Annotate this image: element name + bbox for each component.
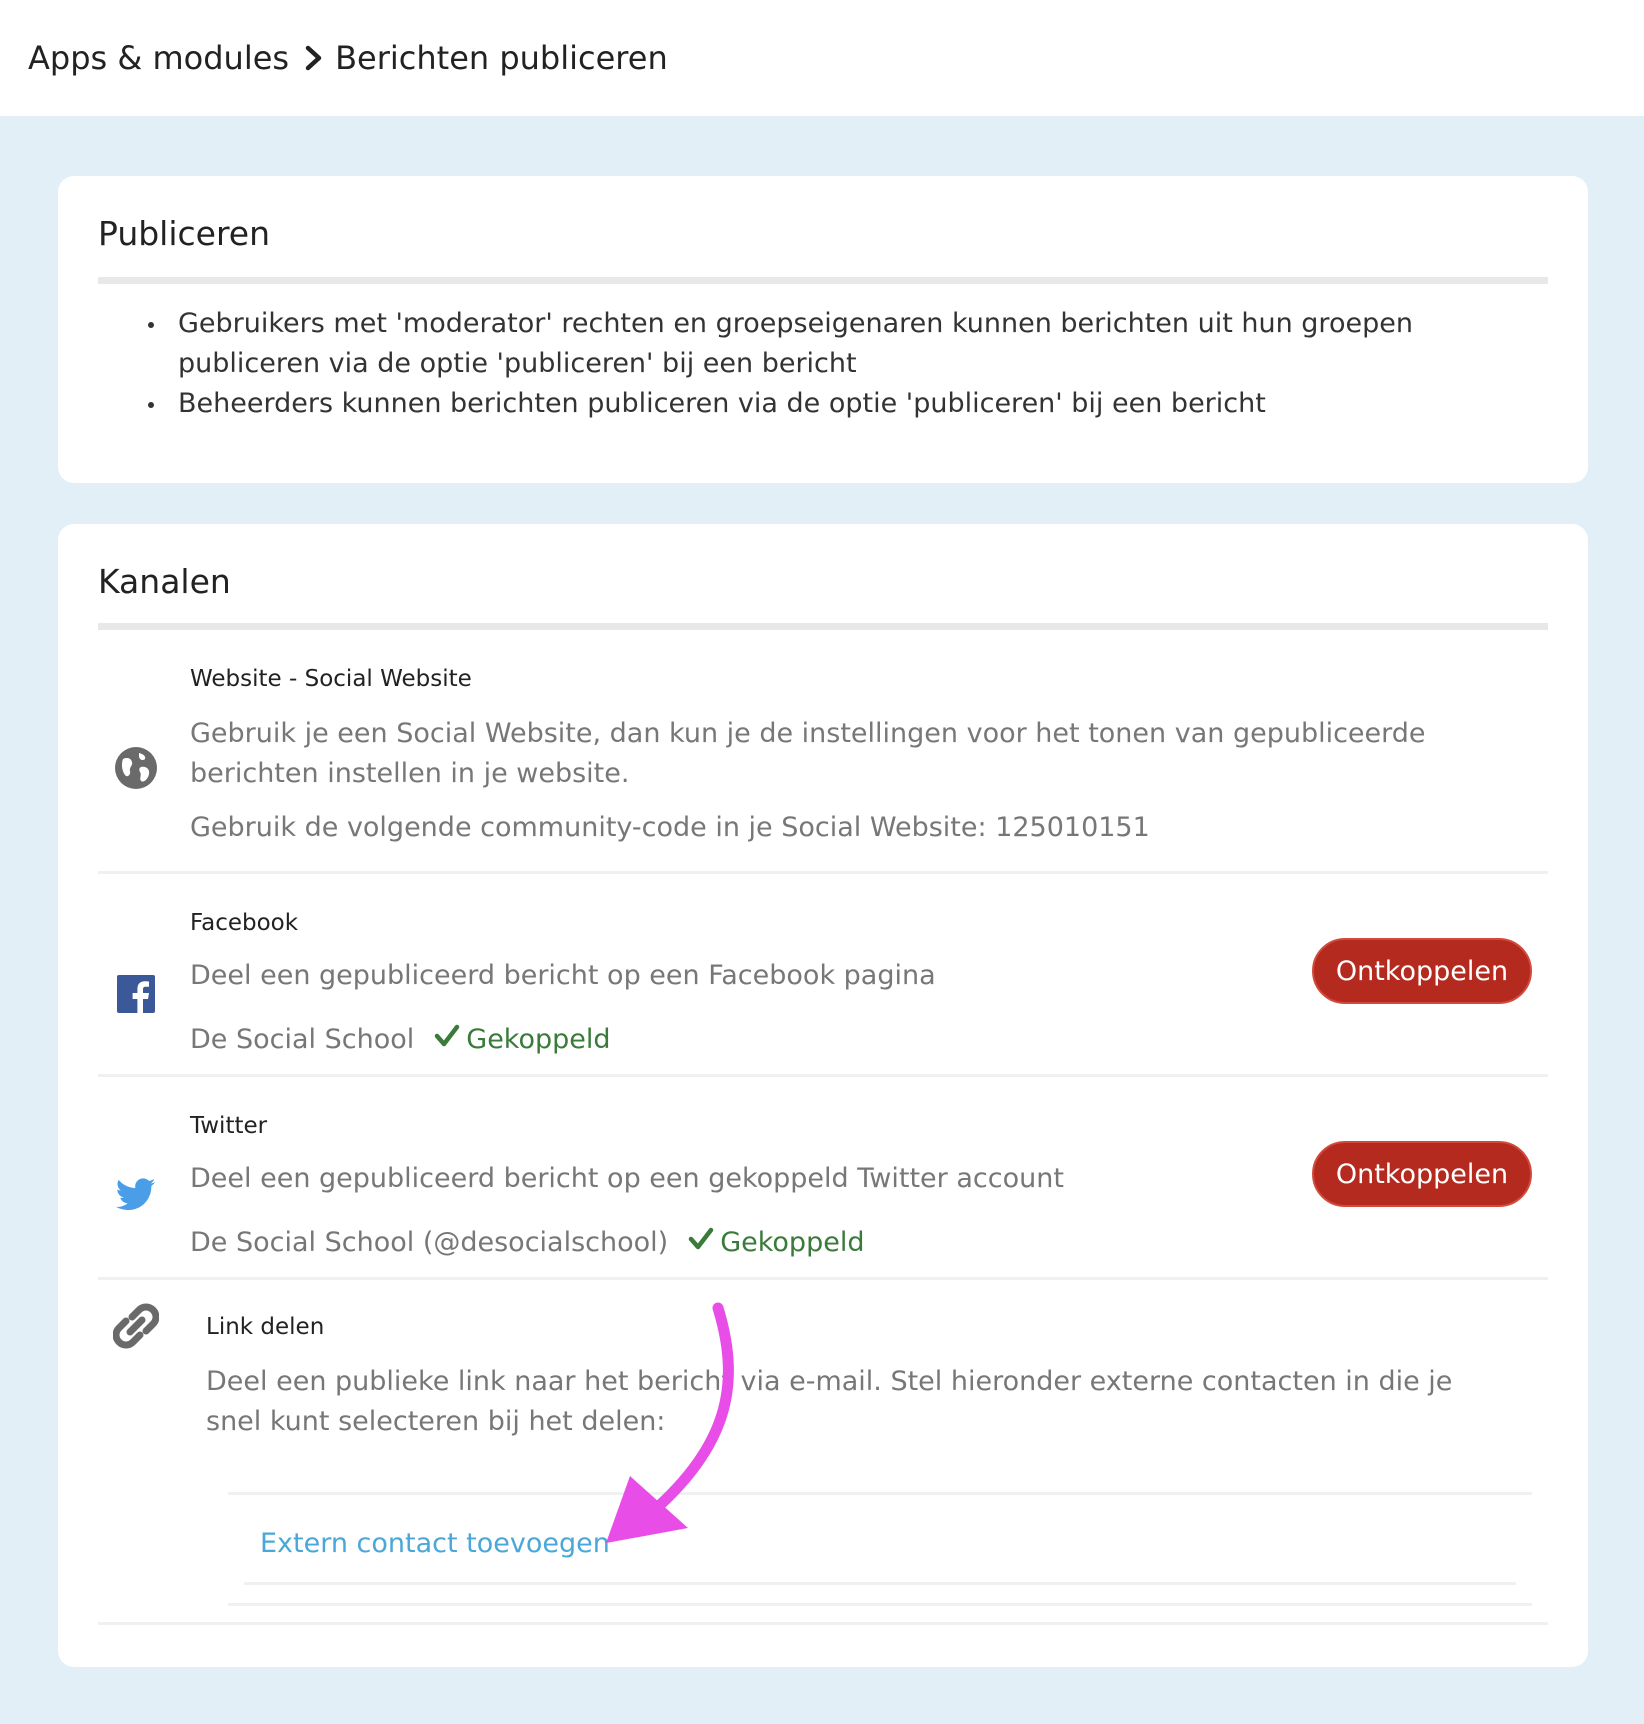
account-name: De Social School [190, 1024, 415, 1055]
channel-description: Gebruik je een Social Website, dan kun j… [190, 718, 1426, 789]
channel-link-share: Link delen Deel een publieke link naar h… [98, 1280, 1548, 1625]
facebook-icon [110, 968, 162, 1020]
breadcrumb-parent[interactable]: Apps & modules [28, 39, 289, 77]
channel-description: Deel een gepubliceerd bericht op een Fac… [190, 960, 936, 991]
status-text: Gekoppeld [720, 1227, 865, 1258]
community-code-text: Gebruik de volgende community-code in je… [190, 812, 1150, 843]
connected-account: De Social School (@desocialschool) Gekop… [190, 1227, 864, 1258]
divider [98, 623, 1548, 630]
checkmark-icon [434, 1024, 460, 1055]
channel-twitter: Twitter Deel een gepubliceerd bericht op… [98, 1077, 1548, 1280]
checkmark-icon [688, 1227, 714, 1258]
status-badge: Gekoppeld [434, 1024, 611, 1055]
disconnect-twitter-button[interactable]: Ontkoppelen [1312, 1141, 1532, 1207]
channel-facebook: Facebook Deel een gepubliceerd bericht o… [98, 874, 1548, 1077]
status-badge: Gekoppeld [688, 1227, 864, 1258]
twitter-icon [110, 1169, 162, 1221]
divider [228, 1492, 1532, 1495]
publish-card: Publiceren Gebruikers met 'moderator' re… [58, 176, 1588, 483]
connected-account: De Social School Gekoppeld [190, 1024, 611, 1055]
globe-icon [110, 742, 162, 794]
channels-card-title: Kanalen [98, 562, 231, 601]
divider [244, 1582, 1516, 1585]
channel-name: Facebook [190, 910, 299, 936]
external-contacts-list: Extern contact toevoegen [228, 1492, 1532, 1606]
channel-website: Website - Social Website Gebruik je een … [98, 630, 1548, 874]
divider [228, 1603, 1532, 1606]
account-name: De Social School (@desocialschool) [190, 1227, 669, 1258]
annotation-arrow-icon [606, 1302, 734, 1543]
divider [98, 277, 1548, 284]
publish-card-title: Publiceren [98, 214, 271, 253]
list-item: Gebruikers met 'moderator' rechten en gr… [148, 304, 1528, 384]
link-icon [110, 1300, 162, 1352]
status-text: Gekoppeld [466, 1024, 611, 1055]
channel-name: Website - Social Website [190, 666, 472, 692]
list-item: Beheerders kunnen berichten publiceren v… [148, 384, 1528, 424]
channel-name: Twitter [190, 1113, 268, 1139]
channel-description: Deel een publieke link naar het bericht … [206, 1366, 1453, 1437]
channels-card: Kanalen Website - Social Website Gebruik… [58, 524, 1588, 1667]
disconnect-facebook-button[interactable]: Ontkoppelen [1312, 938, 1532, 1004]
chevron-right-icon [299, 45, 329, 71]
channel-name: Link delen [206, 1314, 325, 1340]
publish-rules-list: Gebruikers met 'moderator' rechten en gr… [148, 304, 1528, 424]
divider [98, 1622, 1548, 1625]
channel-description: Deel een gepubliceerd bericht op een gek… [190, 1163, 1064, 1194]
breadcrumb: Apps & modules Berichten publiceren [0, 0, 1644, 116]
add-external-contact-link[interactable]: Extern contact toevoegen [260, 1528, 610, 1559]
breadcrumb-current: Berichten publiceren [335, 39, 668, 77]
